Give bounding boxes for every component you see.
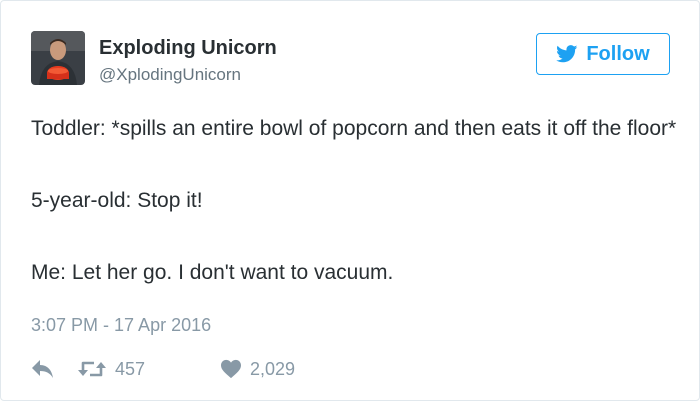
user-avatar-icon [31, 31, 85, 85]
retweet-button[interactable]: 457 [77, 359, 220, 380]
tweet-card: Exploding Unicorn @XplodingUnicorn Follo… [0, 0, 700, 401]
tweet-text: Toddler: *spills an entire bowl of popco… [31, 111, 681, 291]
retweet-icon [78, 361, 106, 377]
retweet-count: 457 [115, 358, 146, 379]
action-bar: 457 2,029 [31, 355, 295, 383]
avatar[interactable] [31, 31, 85, 85]
follow-button[interactable]: Follow [536, 33, 670, 75]
reply-icon [32, 360, 53, 378]
tweet-line: Toddler: *spills an entire bowl of popco… [31, 117, 677, 140]
user-handle[interactable]: @XplodingUnicorn [99, 65, 241, 85]
tweet-timestamp[interactable]: 3:07 PM - 17 Apr 2016 [31, 315, 211, 336]
tweet-line: Me: Let her go. I don't want to vacuum. [31, 261, 394, 284]
tweet-line: 5-year-old: Stop it! [31, 189, 203, 212]
reply-button[interactable] [31, 359, 77, 379]
heart-icon [221, 359, 241, 379]
display-name[interactable]: Exploding Unicorn [99, 37, 277, 60]
like-count: 2,029 [250, 358, 296, 379]
twitter-bird-icon [556, 45, 578, 63]
like-button[interactable]: 2,029 [220, 359, 295, 380]
follow-label: Follow [586, 42, 650, 65]
